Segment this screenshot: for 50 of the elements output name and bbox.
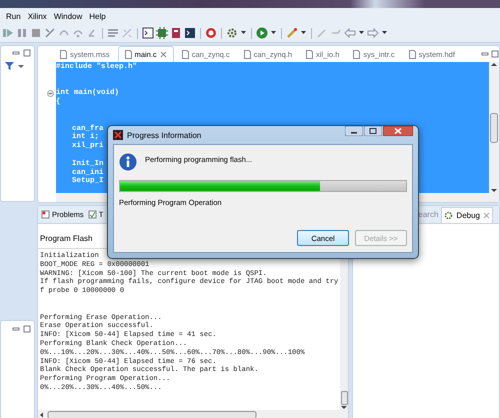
problems-icon [41, 210, 50, 219]
file-icon [60, 50, 67, 58]
maximize-icon[interactable] [491, 50, 499, 58]
file-icon [244, 50, 251, 58]
horizontal-scrollbar[interactable] [38, 410, 348, 418]
maximize-icon[interactable] [364, 126, 382, 136]
scroll-thumb-icon[interactable] [340, 391, 348, 405]
arrow-down-icon[interactable] [341, 405, 348, 410]
minimize-icon[interactable] [481, 50, 489, 58]
scroll-thumb-icon[interactable] [490, 112, 498, 142]
close-icon[interactable] [383, 126, 413, 136]
file-icon [124, 50, 132, 59]
vertical-scrollbar[interactable] [489, 62, 499, 193]
dialog-title: Progress Information [127, 130, 202, 140]
maximize-icon[interactable] [23, 325, 31, 333]
step-icon[interactable] [2, 27, 14, 39]
chip-icon[interactable] [156, 27, 168, 39]
scroll-thumb-icon[interactable] [38, 410, 258, 418]
app-logo-icon [113, 130, 123, 140]
menu-item[interactable]: Window [54, 12, 82, 20]
minimize-icon[interactable] [12, 325, 20, 333]
menu-item[interactable]: Help [89, 12, 106, 20]
file-icon [408, 50, 416, 58]
run-icon[interactable] [256, 27, 268, 39]
arrow-up-icon[interactable] [491, 62, 497, 67]
task-icon [88, 210, 97, 219]
maximize-icon[interactable] [23, 49, 31, 57]
file-icon [353, 50, 360, 58]
menu-item[interactable]: Run [6, 12, 21, 20]
book-icon[interactable] [170, 27, 182, 39]
filter-icon[interactable] [5, 62, 14, 70]
terminal-icon[interactable] [142, 27, 154, 39]
file-icon [306, 50, 314, 58]
pause-icon[interactable] [16, 27, 28, 39]
gear-icon [444, 210, 454, 220]
console-icon[interactable] [184, 27, 196, 39]
minimize-icon[interactable] [12, 49, 20, 57]
panel-tab[interactable]: Debug [441, 206, 493, 222]
close-icon[interactable] [160, 51, 167, 58]
minimize-icon[interactable] [345, 126, 363, 136]
fold-icon[interactable] [47, 90, 54, 98]
lines-icon[interactable] [107, 27, 119, 39]
arrow-down-icon[interactable] [491, 188, 497, 193]
caret-icon[interactable] [18, 62, 24, 70]
info-icon [119, 153, 137, 171]
stop-icon[interactable] [30, 27, 42, 39]
gear-icon[interactable] [226, 27, 238, 39]
menu-item[interactable]: Xilinx [28, 12, 47, 20]
file-icon [182, 50, 189, 58]
wand-icon[interactable] [286, 27, 298, 39]
